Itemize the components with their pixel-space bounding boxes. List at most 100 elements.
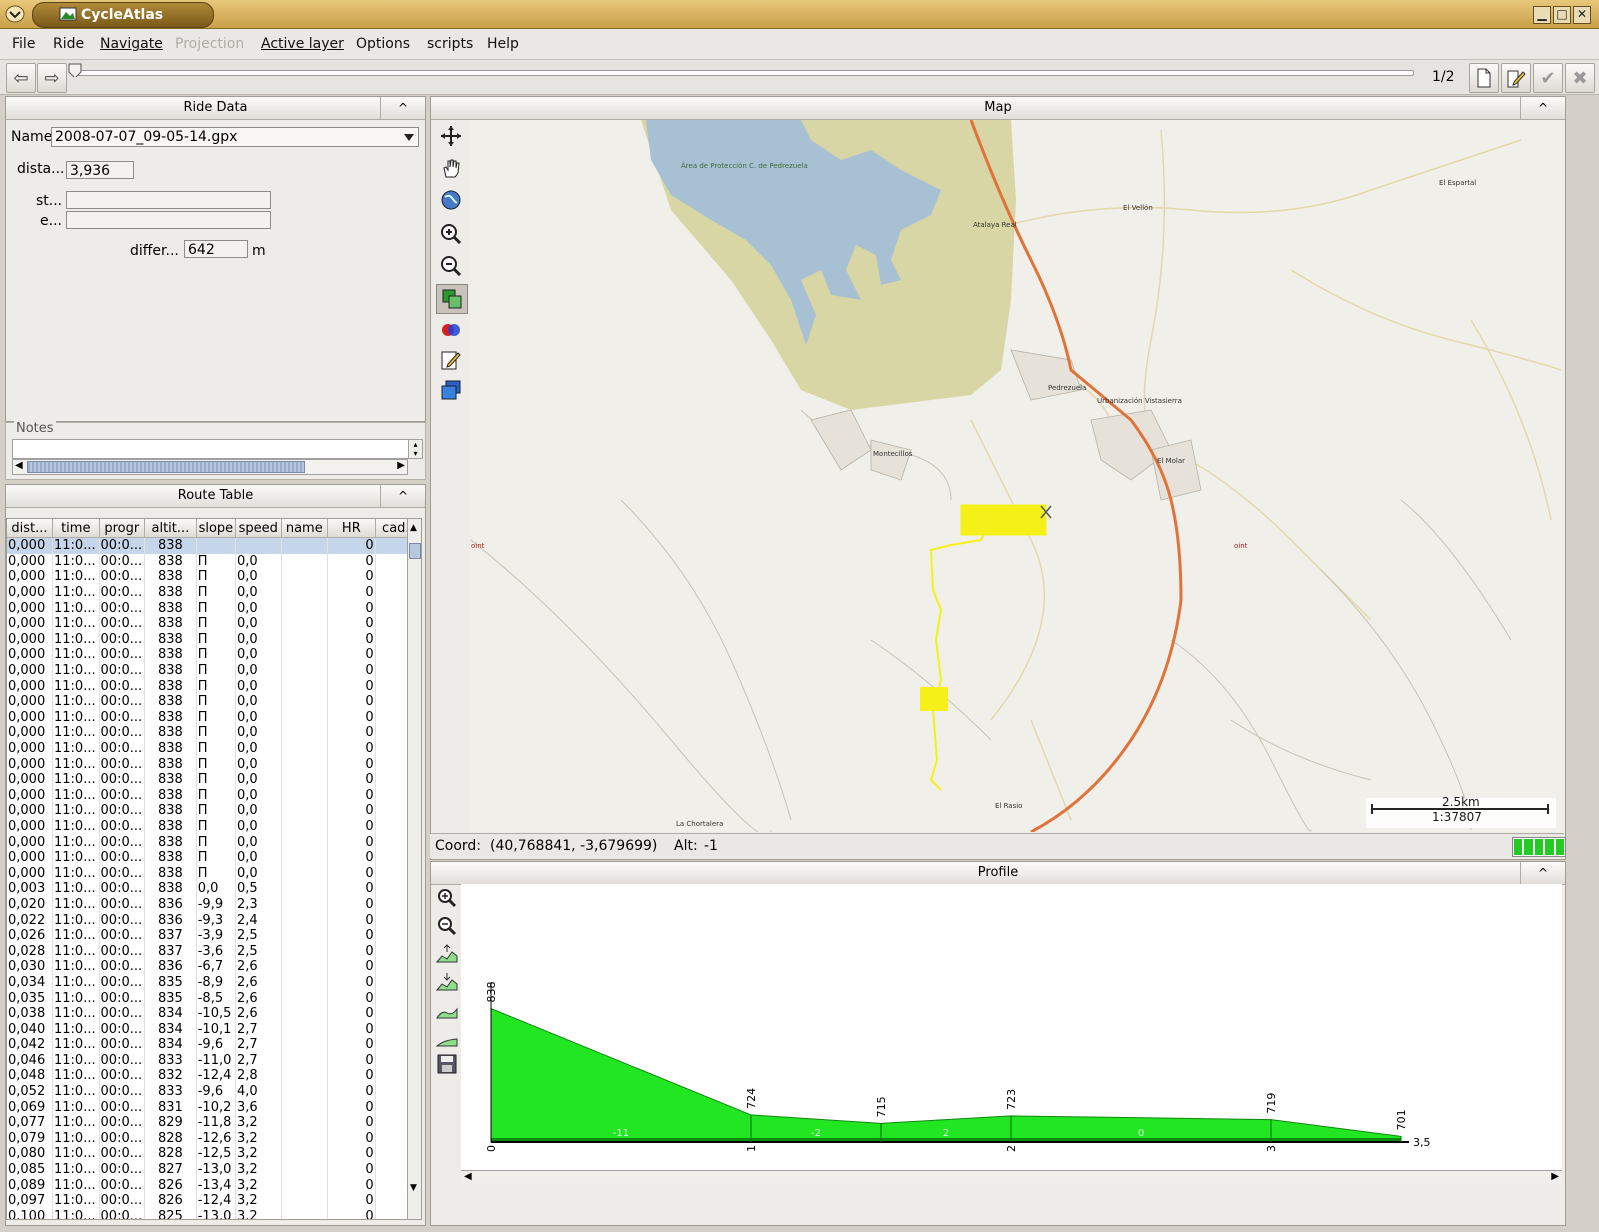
confirm-button[interactable]: ✔ <box>1533 63 1563 93</box>
column-header[interactable]: progr <box>99 519 146 538</box>
profile-scale-up-button[interactable] <box>434 942 460 966</box>
table-row[interactable]: 0,00011:0...00:0...838Π0,000 <box>7 647 418 663</box>
table-row[interactable]: 0,00011:0...00:0...838Π0,000 <box>7 553 418 570</box>
table-row[interactable]: 0,00011:0...00:0...838Π0,000 <box>7 615 418 632</box>
table-row[interactable]: 0,00011:0...00:0...838Π0,000 <box>7 740 418 757</box>
table-row[interactable]: 0,06911:0...00:0...831-10,23,600 <box>7 1099 418 1115</box>
scroll-up-icon[interactable]: ▲ <box>410 523 417 533</box>
notes-horizontal-scrollbar[interactable]: ◀ ▶ <box>12 459 408 475</box>
table-row[interactable]: 0,08511:0...00:0...827-13,03,200 <box>7 1161 418 1178</box>
table-row[interactable]: 0,00011:0...00:0...838Π0,000 <box>7 818 418 835</box>
table-row[interactable]: 0,03811:0...00:0...834-10,52,600 <box>7 1005 418 1022</box>
table-row[interactable]: 0,00311:0...00:0...8380,00,500 <box>7 881 418 897</box>
column-header[interactable]: time <box>52 519 100 538</box>
menu-scripts[interactable]: scripts <box>427 36 473 52</box>
ride-data-collapse-button[interactable]: ^ <box>380 97 425 119</box>
edit-document-button[interactable] <box>1501 63 1531 93</box>
timeline-slider-thumb[interactable] <box>68 63 82 77</box>
edit-track-tool[interactable] <box>436 346 466 374</box>
menu-options[interactable]: Options <box>356 36 410 52</box>
column-header[interactable]: HR <box>327 519 376 538</box>
table-row[interactable]: 0,00011:0...00:0...838Π0,000 <box>7 756 418 772</box>
table-row[interactable]: 0,00011:0...00:0...838Π0,000 <box>7 834 418 850</box>
globe-tool[interactable] <box>436 186 466 214</box>
table-row[interactable]: 0,02011:0...00:0...836-9,92,300 <box>7 896 418 913</box>
3d-view-tool[interactable] <box>436 316 466 344</box>
forward-button[interactable]: ⇨ <box>37 63 67 93</box>
layers-select-tool[interactable] <box>436 284 468 314</box>
profile-scale-down-button[interactable] <box>434 970 460 994</box>
table-row[interactable]: 0,00011:0...00:0...838Π0,000 <box>7 662 418 679</box>
close-window-button[interactable]: ✕ <box>1573 6 1591 24</box>
notes-spin-button[interactable]: ▴ ▾ <box>408 439 423 459</box>
table-row[interactable]: 0,00011:0...00:0...838Π0,000 <box>7 709 418 726</box>
column-header[interactable]: slope <box>196 519 237 538</box>
new-document-button[interactable] <box>1469 63 1499 93</box>
scroll-down-icon[interactable]: ▼ <box>410 1183 417 1193</box>
table-row[interactable]: 0,00011:0...00:0...838Π0,000 <box>7 865 418 882</box>
table-row[interactable]: 0,00011:0...00:0...838Π0,000 <box>7 693 418 710</box>
hand-tool[interactable] <box>436 154 466 182</box>
table-row[interactable]: 0,04211:0...00:0...834-9,62,700 <box>7 1037 418 1053</box>
table-row[interactable]: 0,03411:0...00:0...835-8,92,600 <box>7 974 418 991</box>
scroll-right-icon[interactable]: ▶ <box>1551 1171 1559 1182</box>
menu-navigate[interactable]: Navigate <box>100 36 163 52</box>
menu-projection[interactable]: Projection <box>175 36 244 52</box>
notes-scroll-thumb[interactable] <box>27 461 305 473</box>
cancel-button[interactable]: ✖ <box>1565 63 1595 93</box>
map-collapse-button[interactable]: ^ <box>1520 97 1565 119</box>
notes-textarea[interactable] <box>12 439 410 459</box>
table-row[interactable]: 0,00011:0...00:0...838Π0,000 <box>7 803 418 819</box>
table-row[interactable]: 0,00011:0...00:0...838Π0,000 <box>7 631 418 648</box>
table-row[interactable]: 0,10011:0...00:0...825-13,03,200 <box>7 1208 418 1219</box>
table-row[interactable]: 0,03511:0...00:0...835-8,52,600 <box>7 990 418 1006</box>
ride-name-select[interactable]: 2008-07-07_09-05-14.gpx <box>51 127 419 147</box>
scroll-left-icon[interactable]: ◀ <box>464 1171 472 1182</box>
column-header[interactable]: altit... <box>144 519 197 538</box>
table-row[interactable]: 0,00011:0...00:0...838Π0,000 <box>7 678 418 694</box>
table-row[interactable]: 0,04611:0...00:0...833-11,02,700 <box>7 1052 418 1069</box>
table-row[interactable]: 0,00011:0...00:0...838Π0,000 <box>7 584 418 601</box>
zoom-out-tool[interactable] <box>436 252 466 280</box>
route-table-scroll-thumb[interactable] <box>409 543 421 559</box>
start-field[interactable] <box>66 191 271 209</box>
layers-tool[interactable] <box>436 376 466 404</box>
table-row[interactable]: 0,04811:0...00:0...832-12,42,800 <box>7 1068 418 1084</box>
table-row[interactable]: 0,02611:0...00:0...837-3,92,500 <box>7 927 418 944</box>
profile-flat-button[interactable] <box>434 1026 460 1050</box>
profile-collapse-button[interactable]: ^ <box>1520 862 1565 884</box>
scroll-left-icon[interactable]: ◀ <box>15 460 23 471</box>
column-header[interactable]: dist... <box>7 519 53 538</box>
scroll-right-icon[interactable]: ▶ <box>397 460 405 471</box>
timeline-slider-track[interactable] <box>76 70 1414 76</box>
profile-smooth-button[interactable] <box>434 998 460 1022</box>
table-row[interactable]: 0,09711:0...00:0...826-12,43,200 <box>7 1192 418 1209</box>
minimize-button[interactable]: ▁ <box>1533 6 1551 24</box>
table-row[interactable]: 0,08911:0...00:0...826-13,43,200 <box>7 1177 418 1193</box>
table-row[interactable]: 0,00011:0...00:0...838Π0,000 <box>7 725 418 741</box>
table-row[interactable]: 0,04011:0...00:0...834-10,12,700 <box>7 1021 418 1037</box>
table-row[interactable]: 0,00011:0...00:0...838Π0,000 <box>7 849 418 866</box>
route-table-collapse-button[interactable]: ^ <box>380 485 425 507</box>
table-row[interactable]: 0,00011:0...00:0...83800 <box>7 537 418 554</box>
table-row[interactable]: 0,00011:0...00:0...838Π0,000 <box>7 569 418 585</box>
profile-save-button[interactable] <box>434 1052 460 1076</box>
distance-field[interactable]: 3,936 <box>66 161 134 179</box>
map-canvas[interactable]: Área de Protección C. de Pedrezuela Pedr… <box>471 120 1562 832</box>
table-row[interactable]: 0,07911:0...00:0...828-12,63,200 <box>7 1130 418 1147</box>
profile-zoom-out-button[interactable] <box>434 914 460 938</box>
window-menu-icon[interactable] <box>4 4 26 24</box>
difference-field[interactable]: 642 <box>184 240 248 258</box>
table-row[interactable]: 0,00011:0...00:0...838Π0,000 <box>7 787 418 804</box>
table-row[interactable]: 0,02211:0...00:0...836-9,32,400 <box>7 912 418 928</box>
column-header[interactable]: speed <box>235 519 282 538</box>
route-table-scrollbar[interactable]: ▲ ▼ <box>407 519 421 1219</box>
pan-move-tool[interactable] <box>436 122 466 150</box>
profile-zoom-in-button[interactable] <box>434 886 460 910</box>
menu-file[interactable]: File <box>12 36 35 52</box>
menu-active-layer[interactable]: Active layer <box>261 36 344 52</box>
table-row[interactable]: 0,07711:0...00:0...829-11,83,200 <box>7 1114 418 1131</box>
table-row[interactable]: 0,00011:0...00:0...838Π0,000 <box>7 600 418 616</box>
table-row[interactable]: 0,00011:0...00:0...838Π0,000 <box>7 771 418 788</box>
table-row[interactable]: 0,05211:0...00:0...833-9,64,000 <box>7 1083 418 1100</box>
